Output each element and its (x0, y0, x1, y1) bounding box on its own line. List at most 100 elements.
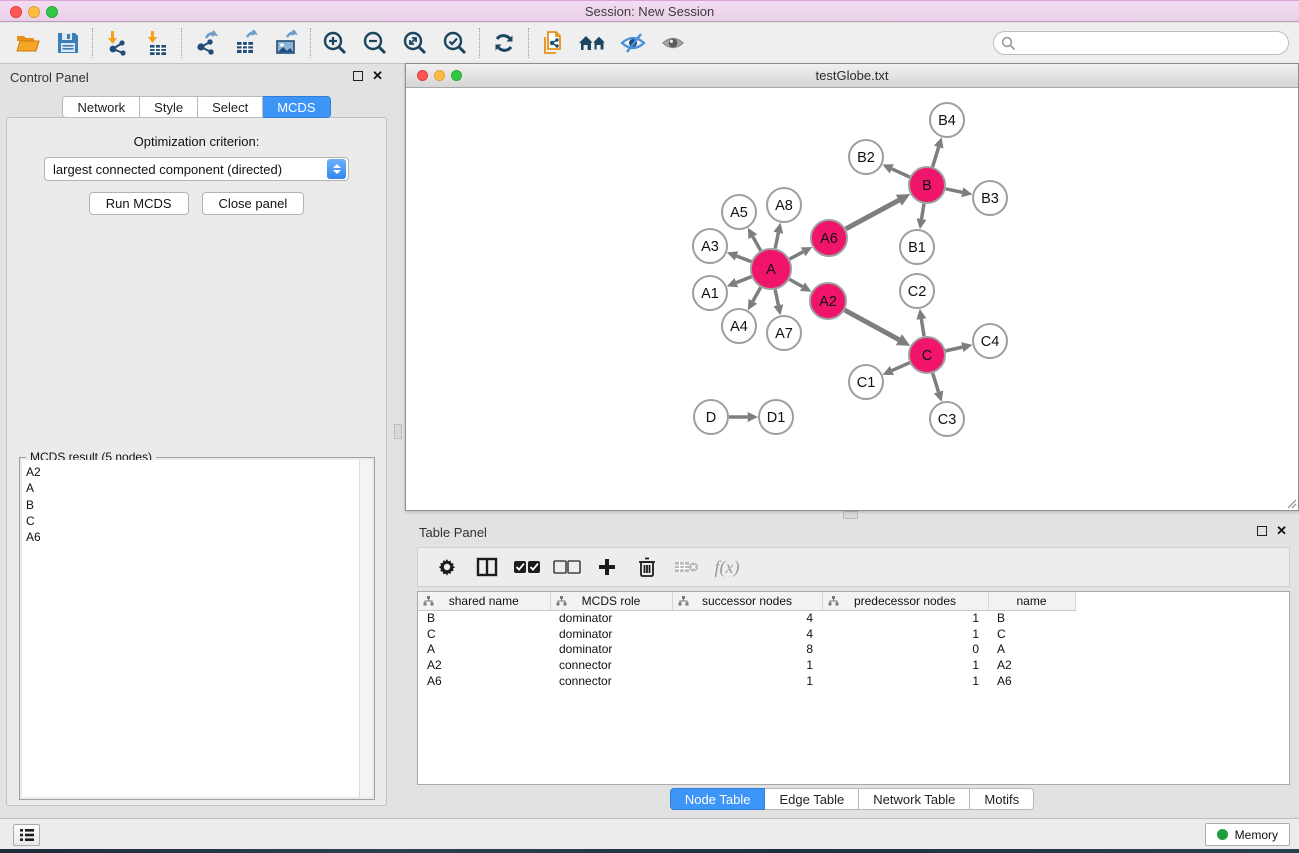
function-builder-icon[interactable]: f(x) (712, 553, 742, 581)
column-header-successor-nodes[interactable]: successor nodes (672, 592, 822, 610)
table-row[interactable]: A2connector11A2 (418, 657, 1287, 673)
network-canvas[interactable]: AA2A6BCA1A3A4A5A7A8B1B2B3B4C1C2C3C4DD1 (406, 88, 1298, 510)
graph-edge-C-C3[interactable] (933, 373, 939, 392)
table-cell[interactable]: 4 (672, 626, 822, 642)
search-input[interactable] (1016, 36, 1288, 50)
result-item[interactable]: A6 (26, 529, 372, 545)
network-graph[interactable]: AA2A6BCA1A3A4A5A7A8B1B2B3B4C1C2C3C4DD1 (406, 88, 1298, 510)
tab-network[interactable]: Network (62, 96, 140, 118)
graph-edge-A-A4[interactable] (753, 287, 761, 301)
result-item[interactable]: A2 (26, 464, 372, 480)
table-cell[interactable]: 4 (672, 610, 822, 626)
graph-edge-A-A5[interactable] (753, 237, 761, 251)
table-cell[interactable]: C (988, 626, 1075, 642)
result-item[interactable]: A (26, 480, 372, 496)
export-network-icon[interactable] (186, 27, 226, 59)
import-network-icon[interactable] (97, 27, 137, 59)
table-cell[interactable]: C (418, 626, 550, 642)
zoom-selected-icon[interactable] (435, 27, 475, 59)
mcds-result-list[interactable]: A2ABCA6 (22, 460, 372, 797)
tab-select[interactable]: Select (198, 96, 263, 118)
node-table[interactable]: shared nameMCDS rolesuccessor nodesprede… (417, 591, 1290, 785)
table-cell[interactable]: A6 (418, 673, 550, 689)
graph-edge-A-A7[interactable] (775, 290, 778, 306)
tab-edge-table[interactable]: Edge Table (765, 788, 859, 810)
import-table-icon[interactable] (137, 27, 177, 59)
column-header-shared-name[interactable]: shared name (418, 592, 550, 610)
close-table-panel-icon[interactable]: ✕ (1276, 526, 1287, 536)
table-row[interactable]: A6connector11A6 (418, 673, 1287, 689)
graph-edge-C-C2[interactable] (921, 319, 924, 336)
graph-edge-C-C1[interactable] (892, 363, 910, 371)
column-header-name[interactable]: name (988, 592, 1075, 610)
list-scrollbar[interactable] (359, 460, 372, 797)
graph-edge-C-C4[interactable] (946, 347, 963, 351)
column-header-MCDS-role[interactable]: MCDS role (550, 592, 672, 610)
tab-node-table[interactable]: Node Table (670, 788, 766, 810)
graph-edge-B-B2[interactable] (892, 169, 910, 177)
run-mcds-button[interactable]: Run MCDS (89, 192, 189, 215)
zoom-in-icon[interactable] (315, 27, 355, 59)
graph-edge-A-A2[interactable] (789, 279, 802, 286)
table-cell[interactable]: A2 (988, 657, 1075, 673)
gear-icon[interactable] (432, 553, 462, 581)
home-icon[interactable] (573, 27, 613, 59)
float-table-panel-icon[interactable] (1257, 526, 1267, 536)
table-cell[interactable]: 1 (822, 657, 988, 673)
table-cell[interactable]: dominator (550, 626, 672, 642)
tab-mcds[interactable]: MCDS (263, 96, 330, 118)
horizontal-splitter-handle[interactable] (843, 511, 858, 519)
task-history-button[interactable] (13, 824, 40, 846)
tab-style[interactable]: Style (140, 96, 198, 118)
graph-edge-A-A1[interactable] (736, 277, 751, 283)
close-panel-button[interactable]: Close panel (202, 192, 305, 215)
delete-icon[interactable] (632, 553, 662, 581)
resize-grip-icon[interactable] (1284, 496, 1297, 509)
save-session-icon[interactable] (48, 27, 88, 59)
result-item[interactable]: C (26, 513, 372, 529)
result-item[interactable]: B (26, 497, 372, 513)
memory-button[interactable]: Memory (1205, 823, 1290, 846)
table-cell[interactable]: B (418, 610, 550, 626)
graph-edge-A6-B[interactable] (846, 200, 899, 229)
close-panel-icon[interactable]: ✕ (372, 71, 383, 81)
graph-edge-A-A8[interactable] (775, 233, 778, 249)
zoom-out-icon[interactable] (355, 27, 395, 59)
graph-edge-B-B1[interactable] (922, 204, 924, 219)
graph-edge-B-B3[interactable] (946, 189, 963, 192)
export-table-icon[interactable] (226, 27, 266, 59)
table-cell[interactable]: connector (550, 657, 672, 673)
graph-edge-A-A6[interactable] (790, 252, 804, 259)
network-window-titlebar[interactable]: testGlobe.txt (406, 64, 1298, 88)
table-cell[interactable]: 1 (822, 610, 988, 626)
export-image-icon[interactable] (266, 27, 306, 59)
table-cell[interactable]: 1 (672, 673, 822, 689)
criterion-dropdown[interactable]: largest connected component (directed) (44, 157, 349, 181)
deselect-all-icon[interactable] (552, 553, 582, 581)
select-all-icon[interactable] (512, 553, 542, 581)
table-cell[interactable]: 1 (672, 657, 822, 673)
table-cell[interactable]: A (418, 641, 550, 657)
table-row[interactable]: Adominator80A (418, 641, 1287, 657)
graph-edge-A-A3[interactable] (736, 256, 751, 262)
table-cell[interactable]: connector (550, 673, 672, 689)
graph-edge-A2-C[interactable] (845, 310, 899, 340)
table-cell[interactable]: B (988, 610, 1075, 626)
table-cell[interactable]: A (988, 641, 1075, 657)
tab-network-table[interactable]: Network Table (859, 788, 970, 810)
zoom-fit-icon[interactable] (395, 27, 435, 59)
table-cell[interactable]: 8 (672, 641, 822, 657)
add-column-icon[interactable] (592, 553, 622, 581)
hide-eye-icon[interactable] (613, 27, 653, 59)
table-cell[interactable]: 0 (822, 641, 988, 657)
float-panel-icon[interactable] (353, 71, 363, 81)
table-cell[interactable]: A6 (988, 673, 1075, 689)
graph-edge-B-B4[interactable] (933, 147, 939, 167)
clone-network-icon[interactable] (533, 27, 573, 59)
open-file-icon[interactable] (8, 27, 48, 59)
show-eye-icon[interactable] (653, 27, 693, 59)
search-field[interactable] (993, 31, 1289, 55)
tab-motifs[interactable]: Motifs (970, 788, 1034, 810)
table-cell[interactable]: dominator (550, 610, 672, 626)
refresh-icon[interactable] (484, 27, 524, 59)
